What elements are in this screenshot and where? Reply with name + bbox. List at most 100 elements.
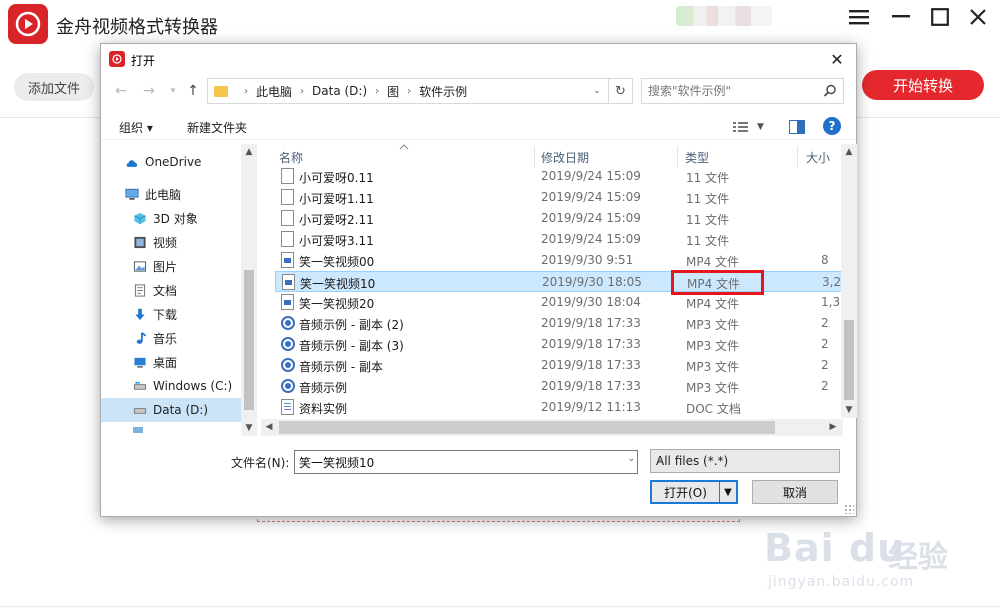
filename-input[interactable] bbox=[299, 452, 617, 472]
scroll-left-icon[interactable]: ◀ bbox=[261, 419, 277, 435]
nav-item-this-pc[interactable]: 此电脑 bbox=[101, 182, 241, 206]
file-list-horizontal-scrollbar[interactable]: ◀ ▶ bbox=[261, 419, 843, 436]
file-row[interactable]: 小可爱呀1.11 2019/9/24 15:09 11 文件 bbox=[275, 187, 841, 208]
close-icon[interactable] bbox=[963, 4, 993, 30]
search-icon[interactable] bbox=[823, 84, 837, 98]
file-row[interactable]: 笑一笑视频20 2019/9/30 18:04 MP4 文件 1,3 bbox=[275, 292, 841, 313]
change-view-icon[interactable]: ▼ bbox=[733, 118, 764, 136]
nav-item-videos[interactable]: 视频 bbox=[101, 230, 241, 254]
nav-item-windows-c[interactable]: Windows (C:) bbox=[101, 374, 241, 398]
file-row[interactable]: 音频示例 2019/9/18 17:33 MP3 文件 2 bbox=[275, 376, 841, 397]
file-type-filter[interactable]: All files (*.*) ⌄ bbox=[650, 449, 840, 473]
file-row[interactable]: 笑一笑视频00 2019/9/30 9:51 MP4 文件 8 bbox=[275, 250, 841, 271]
file-name: 小可爱呀0.11 bbox=[299, 171, 374, 185]
column-divider[interactable] bbox=[797, 146, 798, 168]
nav-pane-scrollbar[interactable]: ▲ ▼ bbox=[241, 144, 257, 436]
resize-grip-icon[interactable] bbox=[844, 504, 854, 514]
nav-item-music[interactable]: 音乐 bbox=[101, 326, 241, 350]
help-icon[interactable]: ? bbox=[823, 117, 841, 135]
breadcrumb-chevron-icon[interactable]: › bbox=[407, 86, 411, 97]
cancel-button[interactable]: 取消 bbox=[752, 480, 838, 504]
nav-item-documents[interactable]: 文档 bbox=[101, 278, 241, 302]
breadcrumb-item[interactable]: 图 bbox=[387, 83, 399, 100]
download-icon bbox=[135, 308, 145, 320]
file-name: 音频示例 - 副本 (3) bbox=[299, 339, 404, 353]
organize-menu[interactable]: 组织 ▾ bbox=[119, 119, 153, 136]
baidu-jingyan-watermark: Bai du 经验 jingyan.baidu.com bbox=[760, 510, 996, 610]
filter-dropdown-chevron-icon[interactable]: ⌄ bbox=[656, 454, 834, 464]
column-divider[interactable] bbox=[534, 146, 535, 168]
picture-icon bbox=[133, 260, 147, 272]
breadcrumb-chevron-icon[interactable]: › bbox=[375, 86, 379, 97]
address-bar[interactable]: › 此电脑 › Data (D:) › 图 › 软件示例 ⌄ ↻ bbox=[207, 78, 633, 104]
scroll-up-icon[interactable]: ▲ bbox=[841, 144, 857, 160]
nav-item-data-d[interactable]: Data (D:) bbox=[101, 398, 241, 422]
column-divider[interactable] bbox=[677, 146, 678, 168]
file-row[interactable]: 小可爱呀3.11 2019/9/24 15:09 11 文件 bbox=[275, 229, 841, 250]
nav-item-desktop[interactable]: 桌面 bbox=[101, 350, 241, 374]
search-box[interactable] bbox=[641, 78, 844, 104]
horizontal-scrollbar-thumb[interactable] bbox=[279, 421, 775, 434]
file-list-scrollbar[interactable]: ▲ ▼ bbox=[841, 144, 857, 418]
file-date: 2019/9/24 15:09 bbox=[541, 211, 641, 225]
nav-item-label: 音乐 bbox=[153, 331, 178, 346]
file-row[interactable]: 小可爱呀0.11 2019/9/24 15:09 11 文件 bbox=[275, 166, 841, 187]
file-type: MP3 文件 bbox=[686, 381, 740, 395]
open-options-chevron-icon[interactable]: ▼ bbox=[720, 482, 736, 502]
file-row[interactable]: 音频示例 - 副本 2019/9/18 17:33 MP3 文件 2 bbox=[275, 355, 841, 376]
breadcrumb-chevron-icon[interactable]: › bbox=[300, 86, 304, 97]
nav-item-label: 下载 bbox=[153, 307, 178, 322]
file-row[interactable]: 音频示例 - 副本 (2) 2019/9/18 17:33 MP3 文件 2 bbox=[275, 313, 841, 334]
up-arrow-icon[interactable]: ↑ bbox=[183, 81, 203, 101]
nav-pane-scrollbar-thumb[interactable] bbox=[244, 270, 254, 410]
scroll-down-icon[interactable]: ▼ bbox=[241, 420, 257, 436]
nav-item-label: 视频 bbox=[153, 235, 178, 250]
breadcrumb-item[interactable]: Data (D:) bbox=[312, 84, 367, 98]
new-folder-button[interactable]: 新建文件夹 bbox=[187, 119, 247, 136]
scroll-right-icon[interactable]: ▶ bbox=[825, 419, 841, 435]
dialog-title: 打开 bbox=[131, 54, 156, 68]
file-list-scrollbar-thumb[interactable] bbox=[844, 320, 854, 400]
open-button-label[interactable]: 打开(O) bbox=[652, 482, 720, 502]
document-icon bbox=[134, 283, 146, 297]
open-button[interactable]: 打开(O) ▼ bbox=[650, 480, 738, 504]
back-arrow-icon[interactable]: ← bbox=[111, 81, 131, 101]
file-row[interactable]: 音频示例 - 副本 (3) 2019/9/18 17:33 MP3 文件 2 bbox=[275, 334, 841, 355]
open-file-dialog: 打开 ✕ ← → ▾ ↑ › 此电脑 › Data (D:) › 图 › 软件示… bbox=[100, 43, 857, 517]
watermark-url: jingyan.baidu.com bbox=[768, 574, 915, 590]
forward-arrow-icon[interactable]: → bbox=[139, 81, 159, 101]
search-input[interactable] bbox=[648, 80, 818, 102]
file-type: MP4 文件 bbox=[686, 297, 740, 311]
nav-item-pictures[interactable]: 图片 bbox=[101, 254, 241, 278]
filename-dropdown-chevron-icon[interactable]: ⌄ bbox=[627, 454, 635, 464]
nav-item-onedrive[interactable]: OneDrive bbox=[101, 150, 241, 174]
menu-icon[interactable] bbox=[844, 4, 874, 30]
start-convert-button[interactable]: 开始转换 bbox=[862, 70, 984, 100]
nav-item-label: OneDrive bbox=[145, 155, 202, 169]
desktop-icon bbox=[134, 357, 146, 368]
scroll-up-icon[interactable]: ▲ bbox=[241, 144, 257, 160]
filename-combobox[interactable]: ⌄ bbox=[294, 450, 638, 474]
address-dropdown-chevron-icon[interactable]: ⌄ bbox=[588, 79, 606, 103]
preview-pane-icon[interactable] bbox=[789, 118, 805, 136]
breadcrumb-item[interactable]: 软件示例 bbox=[419, 83, 467, 100]
dialog-close-icon[interactable]: ✕ bbox=[824, 48, 850, 70]
add-file-button[interactable]: 添加文件 bbox=[14, 73, 94, 101]
refresh-icon[interactable]: ↻ bbox=[608, 79, 632, 103]
maximize-icon[interactable] bbox=[925, 4, 955, 30]
nav-item-3d-objects[interactable]: 3D 对象 bbox=[101, 206, 241, 230]
view-dropdown-chevron-icon[interactable]: ▼ bbox=[757, 122, 764, 132]
breadcrumb-chevron-icon[interactable]: › bbox=[244, 86, 248, 97]
breadcrumb-item[interactable]: 此电脑 bbox=[256, 83, 292, 100]
file-icon bbox=[281, 231, 294, 247]
recent-locations-chevron-icon[interactable]: ▾ bbox=[163, 81, 183, 101]
file-row[interactable]: 小可爱呀2.11 2019/9/24 15:09 11 文件 bbox=[275, 208, 841, 229]
file-size: 2 bbox=[821, 358, 829, 372]
file-row[interactable]: 资料实例 2019/9/12 11:13 DOC 文档 bbox=[275, 397, 841, 418]
scroll-down-icon[interactable]: ▼ bbox=[841, 402, 857, 418]
file-type: 11 文件 bbox=[686, 213, 730, 227]
nav-item-downloads[interactable]: 下载 bbox=[101, 302, 241, 326]
file-size: 3,2 bbox=[822, 275, 841, 289]
computer-icon bbox=[125, 188, 139, 200]
minimize-icon[interactable] bbox=[886, 4, 916, 30]
